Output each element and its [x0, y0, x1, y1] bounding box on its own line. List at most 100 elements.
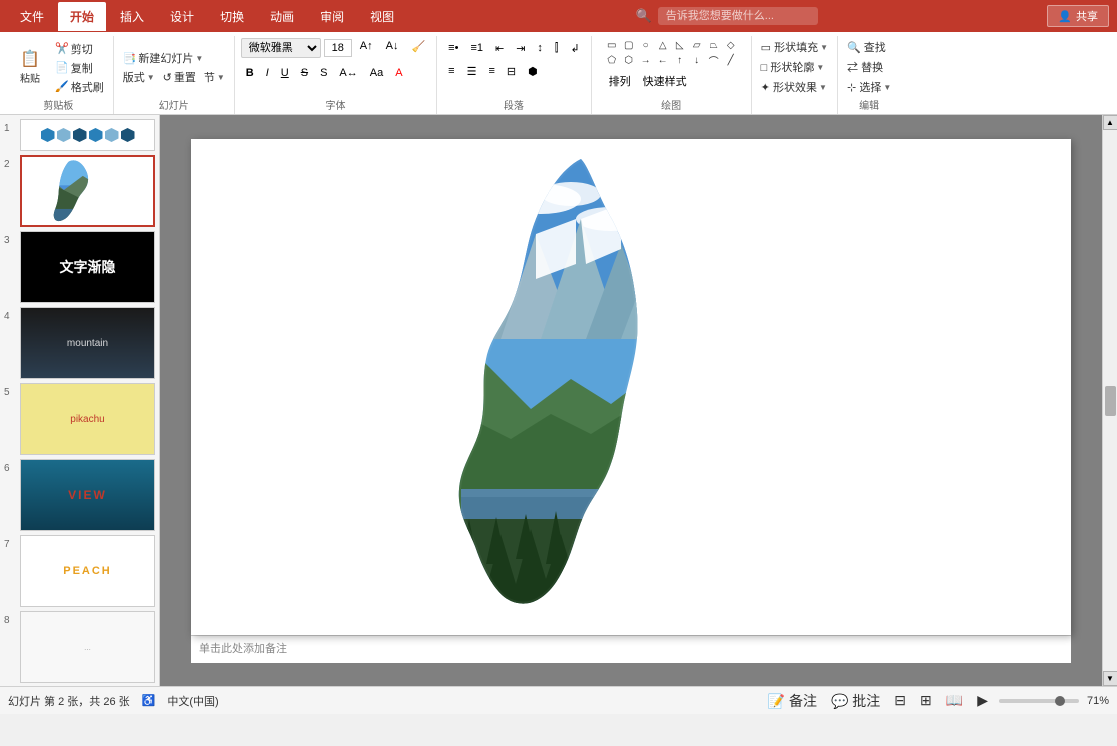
scroll-thumb[interactable]: [1105, 386, 1116, 416]
shape-triangle[interactable]: △: [655, 38, 671, 52]
zoom-slider[interactable]: [999, 699, 1079, 703]
tab-home[interactable]: 开始: [58, 2, 106, 31]
status-bar-right: 📝 备注 💬 批注 ⊟ ⊞ 📖 ▶ 71%: [765, 690, 1109, 712]
share-button[interactable]: 👤 共享: [1047, 5, 1109, 27]
shape-arrow-l[interactable]: ←: [655, 53, 671, 67]
section-button[interactable]: 节▼: [201, 68, 228, 86]
shape-fill-button[interactable]: ▭ 形状填充 ▼: [758, 38, 831, 56]
scroll-up-arrow[interactable]: ▲: [1103, 115, 1117, 130]
font-increase-button[interactable]: A↑: [355, 38, 378, 58]
search-input[interactable]: [658, 7, 818, 25]
shape-effect-button[interactable]: ✦ 形状效果 ▼: [758, 78, 830, 96]
slide-thumb-7[interactable]: 7 PEACH: [4, 535, 155, 607]
slide-preview-5[interactable]: pikachu: [20, 383, 155, 455]
slide-thumb-3[interactable]: 3 文字渐隐: [4, 231, 155, 303]
slide-canvas[interactable]: [191, 139, 1071, 635]
slide-sorter-button[interactable]: ⊞: [917, 691, 935, 710]
tab-design[interactable]: 设计: [158, 2, 206, 31]
shape-arrow-d[interactable]: ↓: [689, 53, 705, 67]
slide-preview-3[interactable]: 文字渐隐: [20, 231, 155, 303]
slide-preview-1[interactable]: [20, 119, 155, 151]
edit-controls: 🔍 查找 ⇄ 替换 ⊹ 选择 ▼: [844, 38, 894, 97]
shape-line[interactable]: ╱: [723, 53, 739, 67]
italic-button[interactable]: I: [261, 63, 274, 83]
scroll-down-arrow[interactable]: ▼: [1103, 671, 1117, 686]
reset-button[interactable]: ↺重置: [160, 68, 199, 86]
layout-button[interactable]: 版式▼: [120, 68, 158, 86]
shape-rect[interactable]: ▭: [604, 38, 620, 52]
decrease-indent-button[interactable]: ⇤: [490, 38, 509, 58]
cut-button[interactable]: ✂️剪切: [52, 40, 107, 58]
slide-thumb-1[interactable]: 1: [4, 119, 155, 151]
font-decrease-button[interactable]: A↓: [381, 38, 404, 58]
new-slide-button[interactable]: 📑新建幻灯片▼: [120, 49, 228, 67]
arrange-button[interactable]: 排列: [604, 71, 636, 91]
shape-rtriangle[interactable]: ◺: [672, 38, 688, 52]
bullet-list-button[interactable]: ≡•: [443, 38, 463, 58]
tab-file[interactable]: 文件: [8, 2, 56, 31]
quick-styles-button[interactable]: 快速样式: [638, 71, 692, 91]
shape-rounded[interactable]: ▢: [621, 38, 637, 52]
shape-outline-button[interactable]: □ 形状轮廓 ▼: [758, 58, 828, 76]
slide-thumb-2[interactable]: 2: [4, 155, 155, 227]
slide-thumb-8[interactable]: 8 ...: [4, 611, 155, 683]
slides-panel[interactable]: 1 2: [0, 115, 160, 686]
underline-button[interactable]: U: [276, 63, 294, 83]
align-left-button[interactable]: ≡: [443, 61, 459, 81]
numbered-list-button[interactable]: ≡1: [465, 38, 488, 58]
shape-arrow-u[interactable]: ↑: [672, 53, 688, 67]
shape-diamond[interactable]: ◇: [723, 38, 739, 52]
font-color-button[interactable]: A: [390, 63, 407, 83]
tab-view[interactable]: 视图: [358, 2, 406, 31]
smartart-button[interactable]: ⬢: [523, 61, 543, 81]
slide-preview-6[interactable]: VIEW: [20, 459, 155, 531]
slideshow-button[interactable]: ▶: [974, 691, 991, 710]
format-painter-button[interactable]: 🖌️格式刷: [52, 78, 107, 96]
normal-view-button[interactable]: ⊟: [891, 691, 909, 710]
shape-oval[interactable]: ○: [638, 38, 654, 52]
notes-bar[interactable]: 单击此处添加备注: [191, 635, 1071, 663]
clear-format-button[interactable]: 🧹: [406, 38, 430, 58]
shape-hex[interactable]: ⬡: [621, 53, 637, 67]
shape-trap[interactable]: ⏢: [706, 38, 722, 52]
bold-button[interactable]: B: [241, 63, 259, 83]
shape-penta[interactable]: ⬠: [604, 53, 620, 67]
slide-preview-2[interactable]: [20, 155, 155, 227]
select-button[interactable]: ⊹ 选择 ▼: [844, 78, 894, 96]
paste-button[interactable]: 📋 粘贴: [10, 46, 50, 88]
shadow-button[interactable]: S: [315, 63, 332, 83]
replace-button[interactable]: ⇄ 替换: [844, 58, 886, 76]
slide-thumb-6[interactable]: 6 VIEW: [4, 459, 155, 531]
tab-review[interactable]: 审阅: [308, 2, 356, 31]
text-direction-button[interactable]: ↲: [565, 38, 584, 58]
line-spacing-button[interactable]: ↕: [532, 38, 548, 58]
copy-button[interactable]: 📄复制: [52, 59, 107, 77]
font-family-select[interactable]: 微软雅黑: [241, 38, 321, 58]
font-size-input[interactable]: [324, 39, 352, 57]
strikethrough-button[interactable]: S: [296, 63, 313, 83]
align-justify-button[interactable]: ⊟: [502, 61, 521, 81]
tab-insert[interactable]: 插入: [108, 2, 156, 31]
align-right-button[interactable]: ≡: [483, 61, 499, 81]
slide-preview-8[interactable]: ...: [20, 611, 155, 683]
char-spacing-button[interactable]: A↔: [334, 63, 362, 83]
find-button[interactable]: 🔍 查找: [844, 38, 889, 56]
notes-button[interactable]: 📝 备注: [765, 690, 820, 712]
slide-preview-4[interactable]: mountain: [20, 307, 155, 379]
tab-transitions[interactable]: 切换: [208, 2, 256, 31]
slide-8-placeholder: ...: [84, 643, 91, 652]
increase-indent-button[interactable]: ⇥: [511, 38, 530, 58]
slide-preview-7[interactable]: PEACH: [20, 535, 155, 607]
column-button[interactable]: ⫿: [550, 38, 564, 58]
shape-para[interactable]: ▱: [689, 38, 705, 52]
shape-arrow-r[interactable]: →: [638, 53, 654, 67]
zoom-thumb[interactable]: [1055, 696, 1065, 706]
reading-view-button[interactable]: 📖: [943, 691, 966, 710]
align-center-button[interactable]: ☰: [462, 61, 482, 81]
font-size-btn[interactable]: Aa: [365, 63, 388, 83]
comments-button[interactable]: 💬 批注: [828, 690, 883, 712]
shape-curve[interactable]: ⌒: [706, 53, 722, 67]
tab-animations[interactable]: 动画: [258, 2, 306, 31]
slide-thumb-4[interactable]: 4 mountain: [4, 307, 155, 379]
slide-thumb-5[interactable]: 5 pikachu: [4, 383, 155, 455]
